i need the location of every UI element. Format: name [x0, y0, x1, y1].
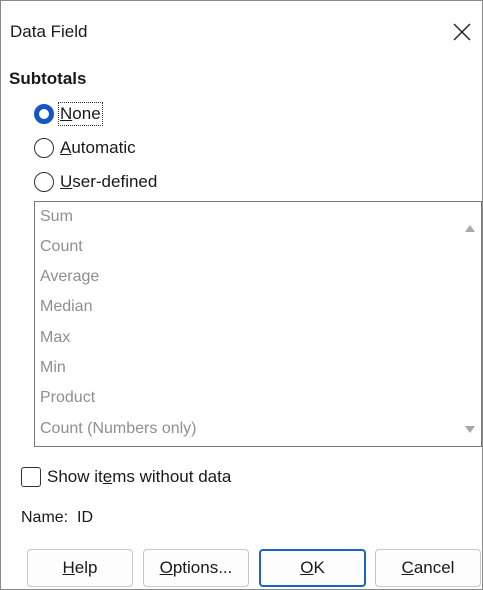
radio-button[interactable] [34, 138, 54, 158]
help-button[interactable]: Help [27, 549, 133, 587]
list-item[interactable]: Max [40, 329, 70, 347]
list-item[interactable]: Count (Numbers only) [40, 420, 197, 438]
radio-user-defined[interactable]: User-defined [34, 168, 157, 196]
list-item[interactable]: Product [40, 389, 95, 407]
ok-button[interactable]: OK [259, 549, 366, 587]
radio-label-none: None [58, 102, 103, 126]
scroll-up-arrow-icon[interactable] [465, 225, 475, 232]
checkbox-label: Show items without data [47, 467, 232, 486]
close-icon [453, 23, 471, 41]
data-field-dialog: Data Field Subtotals None Automatic User… [0, 0, 483, 590]
checkbox-box[interactable] [21, 467, 41, 487]
list-item[interactable]: Count [40, 238, 83, 256]
title-bar: Data Field [1, 1, 482, 63]
list-item[interactable]: Average [40, 268, 99, 286]
name-row: Name: ID [21, 509, 93, 527]
list-item[interactable]: Sum [40, 208, 73, 226]
radio-button[interactable] [34, 172, 54, 192]
list-item[interactable]: Min [40, 359, 66, 377]
radio-label-user-defined: User-defined [60, 172, 158, 191]
dialog-title: Data Field [10, 22, 88, 41]
options-button[interactable]: Options... [143, 549, 249, 587]
radio-none[interactable]: None [34, 100, 103, 128]
name-value: ID [77, 509, 94, 526]
subtotals-heading: Subtotals [9, 69, 87, 88]
functions-listbox[interactable]: Sum Count Average Median Max Min Product… [34, 201, 482, 447]
scroll-down-arrow-icon[interactable] [465, 426, 475, 433]
radio-automatic[interactable]: Automatic [34, 134, 136, 162]
cancel-button[interactable]: Cancel [375, 549, 481, 587]
radio-button-selected[interactable] [34, 104, 54, 124]
list-item[interactable]: Median [40, 298, 92, 316]
close-button[interactable] [442, 13, 482, 53]
name-label: Name: [21, 509, 69, 526]
show-items-without-data-checkbox[interactable]: Show items without data [21, 463, 231, 491]
radio-label-automatic: Automatic [60, 138, 136, 157]
